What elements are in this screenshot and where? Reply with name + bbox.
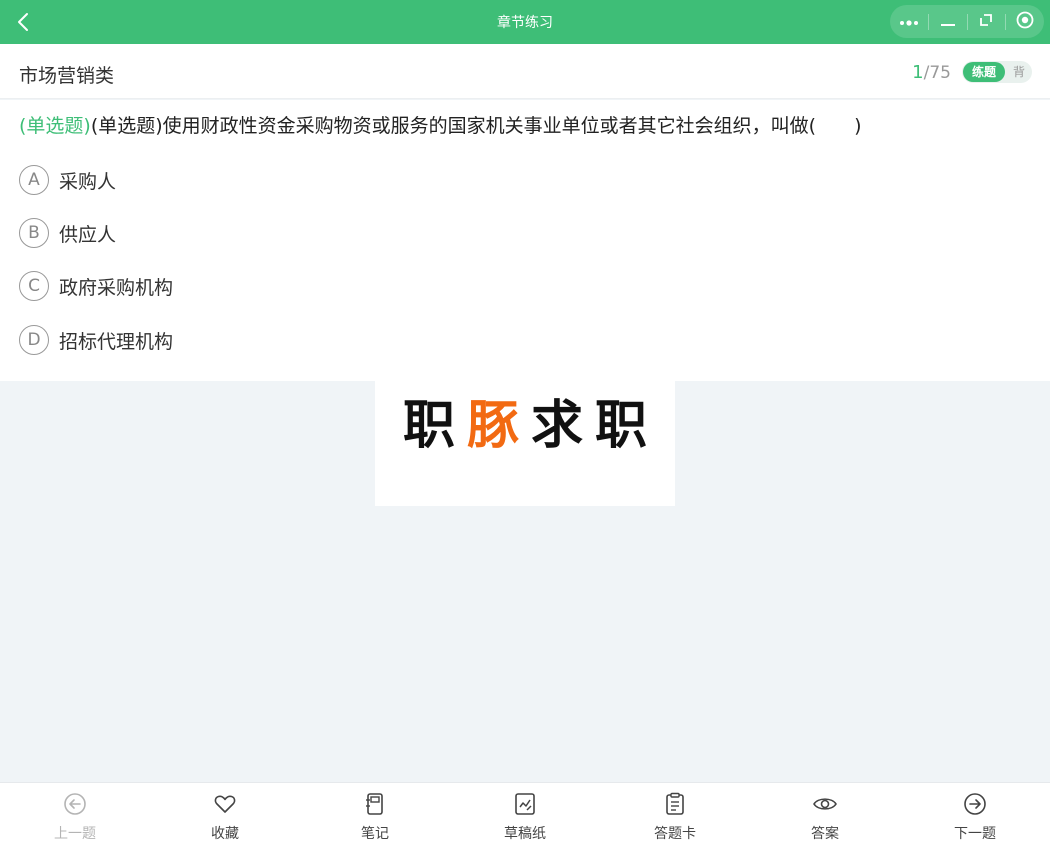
tab-label: 收藏 [211, 826, 239, 842]
question-header: 市场营销类 1/75 练题 背 [0, 44, 1050, 99]
option-b[interactable]: B 供应人 [19, 218, 116, 248]
bottom-nav: 上一题 收藏 笔记 草稿纸 答题卡 答案 下一题 [0, 782, 1050, 844]
question-text: (单选题)(单选题)使用财政性资金采购物资或服务的国家机关事业单位或者其它社会组… [19, 111, 1039, 138]
option-d[interactable]: D 招标代理机构 [19, 325, 173, 355]
tab-label: 答案 [811, 826, 839, 842]
logo-char: 职 [595, 396, 648, 456]
answer-button[interactable]: 答案 [775, 791, 875, 843]
tab-label: 笔记 [361, 826, 389, 842]
close-target-icon [1016, 11, 1034, 33]
favorite-button[interactable]: 收藏 [175, 791, 275, 843]
question-area: (单选题)(单选题)使用财政性资金采购物资或服务的国家机关事业单位或者其它社会组… [0, 100, 1050, 381]
tab-label: 答题卡 [654, 826, 696, 842]
option-letter: A [19, 165, 49, 195]
option-text: 供应人 [59, 223, 117, 246]
option-letter: B [19, 218, 49, 248]
logo-char-accent: 豚 [466, 396, 519, 456]
watermark-logo: 职 豚 求 职 [375, 381, 675, 506]
logo-char: 求 [531, 396, 584, 456]
practice-mode-button[interactable]: 练题 [963, 62, 1005, 82]
option-letter: C [19, 271, 49, 301]
option-c[interactable]: C 政府采购机构 [19, 271, 173, 301]
window-capsule [890, 5, 1044, 38]
restore-icon [978, 12, 994, 32]
logo-char: 职 [402, 396, 455, 456]
option-letter: D [19, 325, 49, 355]
draft-paper-icon [512, 791, 538, 817]
option-text: 招标代理机构 [59, 330, 174, 353]
arrow-left-circle-icon [62, 791, 88, 817]
current-question-number: 1 [912, 62, 924, 83]
minimize-button[interactable] [929, 5, 967, 38]
question-counter: 1/75 [912, 62, 951, 83]
close-button[interactable] [1006, 5, 1044, 38]
more-dots-icon [899, 12, 919, 31]
tab-label: 下一题 [954, 826, 996, 842]
minimize-icon [940, 12, 955, 31]
more-button[interactable] [890, 5, 928, 38]
clipboard-icon [662, 791, 688, 817]
option-a[interactable]: A 采购人 [19, 165, 116, 195]
recite-mode-button[interactable]: 背 [1009, 62, 1029, 82]
question-type-tag: (单选题) [19, 115, 91, 137]
option-text: 政府采购机构 [59, 276, 174, 299]
answer-card-button[interactable]: 答题卡 [625, 791, 725, 843]
heart-icon [212, 791, 238, 817]
option-text: 采购人 [59, 170, 117, 193]
question-body: (单选题)使用财政性资金采购物资或服务的国家机关事业单位或者其它社会组织，叫做(… [90, 115, 862, 137]
next-question-button[interactable]: 下一题 [925, 791, 1025, 843]
draft-paper-button[interactable]: 草稿纸 [475, 791, 575, 843]
arrow-right-circle-icon [962, 791, 988, 817]
tab-label: 草稿纸 [504, 826, 546, 842]
restore-button[interactable] [968, 5, 1006, 38]
tab-label: 上一题 [54, 826, 96, 842]
mode-toggle: 练题 背 [962, 61, 1032, 83]
category-title: 市场营销类 [19, 65, 115, 87]
prev-question-button[interactable]: 上一题 [25, 791, 125, 843]
total-question-count: 75 [929, 63, 951, 83]
notebook-icon [362, 791, 388, 817]
eye-icon [812, 791, 838, 817]
top-bar: 章节练习 [0, 0, 1050, 44]
notes-button[interactable]: 笔记 [325, 791, 425, 843]
